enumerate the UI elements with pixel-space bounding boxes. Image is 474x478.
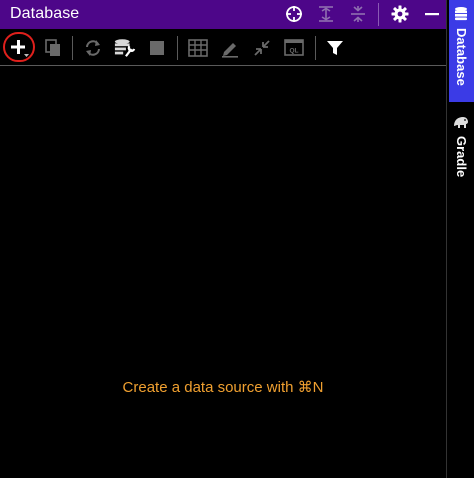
panel-toolbar: QL	[0, 29, 446, 66]
ql-console-icon[interactable]: QL	[283, 37, 305, 59]
database-panel: Database QL Create a data source with ⌘N	[0, 0, 446, 478]
side-tab-database[interactable]: Database	[449, 0, 474, 102]
collapse-all-icon[interactable]	[348, 4, 368, 24]
refresh-icon[interactable]	[82, 37, 104, 59]
titlebar-divider	[378, 3, 379, 26]
toolbar-divider	[177, 36, 178, 60]
toolbar-divider	[315, 36, 316, 60]
gear-icon[interactable]	[390, 4, 410, 24]
table-icon[interactable]	[187, 37, 209, 59]
gradle-elephant-icon	[452, 114, 470, 135]
expand-all-icon[interactable]	[316, 4, 336, 24]
side-tab-database-label: Database	[454, 28, 469, 86]
copy-icon[interactable]	[42, 37, 64, 59]
side-tab-gradle[interactable]: Gradle	[449, 110, 474, 180]
panel-titlebar: Database	[0, 0, 446, 29]
panel-title: Database	[10, 5, 80, 22]
database-icon	[453, 6, 469, 27]
database-wrench-icon[interactable]	[114, 37, 136, 59]
plus-icon[interactable]	[8, 37, 30, 59]
crosshair-icon[interactable]	[284, 4, 304, 24]
pencil-icon[interactable]	[219, 37, 241, 59]
minimize-icon[interactable]	[422, 4, 442, 24]
empty-state-message: Create a data source with ⌘N	[122, 379, 324, 396]
arrows-in-icon[interactable]	[251, 37, 273, 59]
stop-icon[interactable]	[146, 37, 168, 59]
funnel-icon[interactable]	[324, 37, 346, 59]
toolbar-divider	[72, 36, 73, 60]
svg-text:QL: QL	[289, 48, 298, 55]
side-tab-gradle-label: Gradle	[454, 136, 469, 178]
